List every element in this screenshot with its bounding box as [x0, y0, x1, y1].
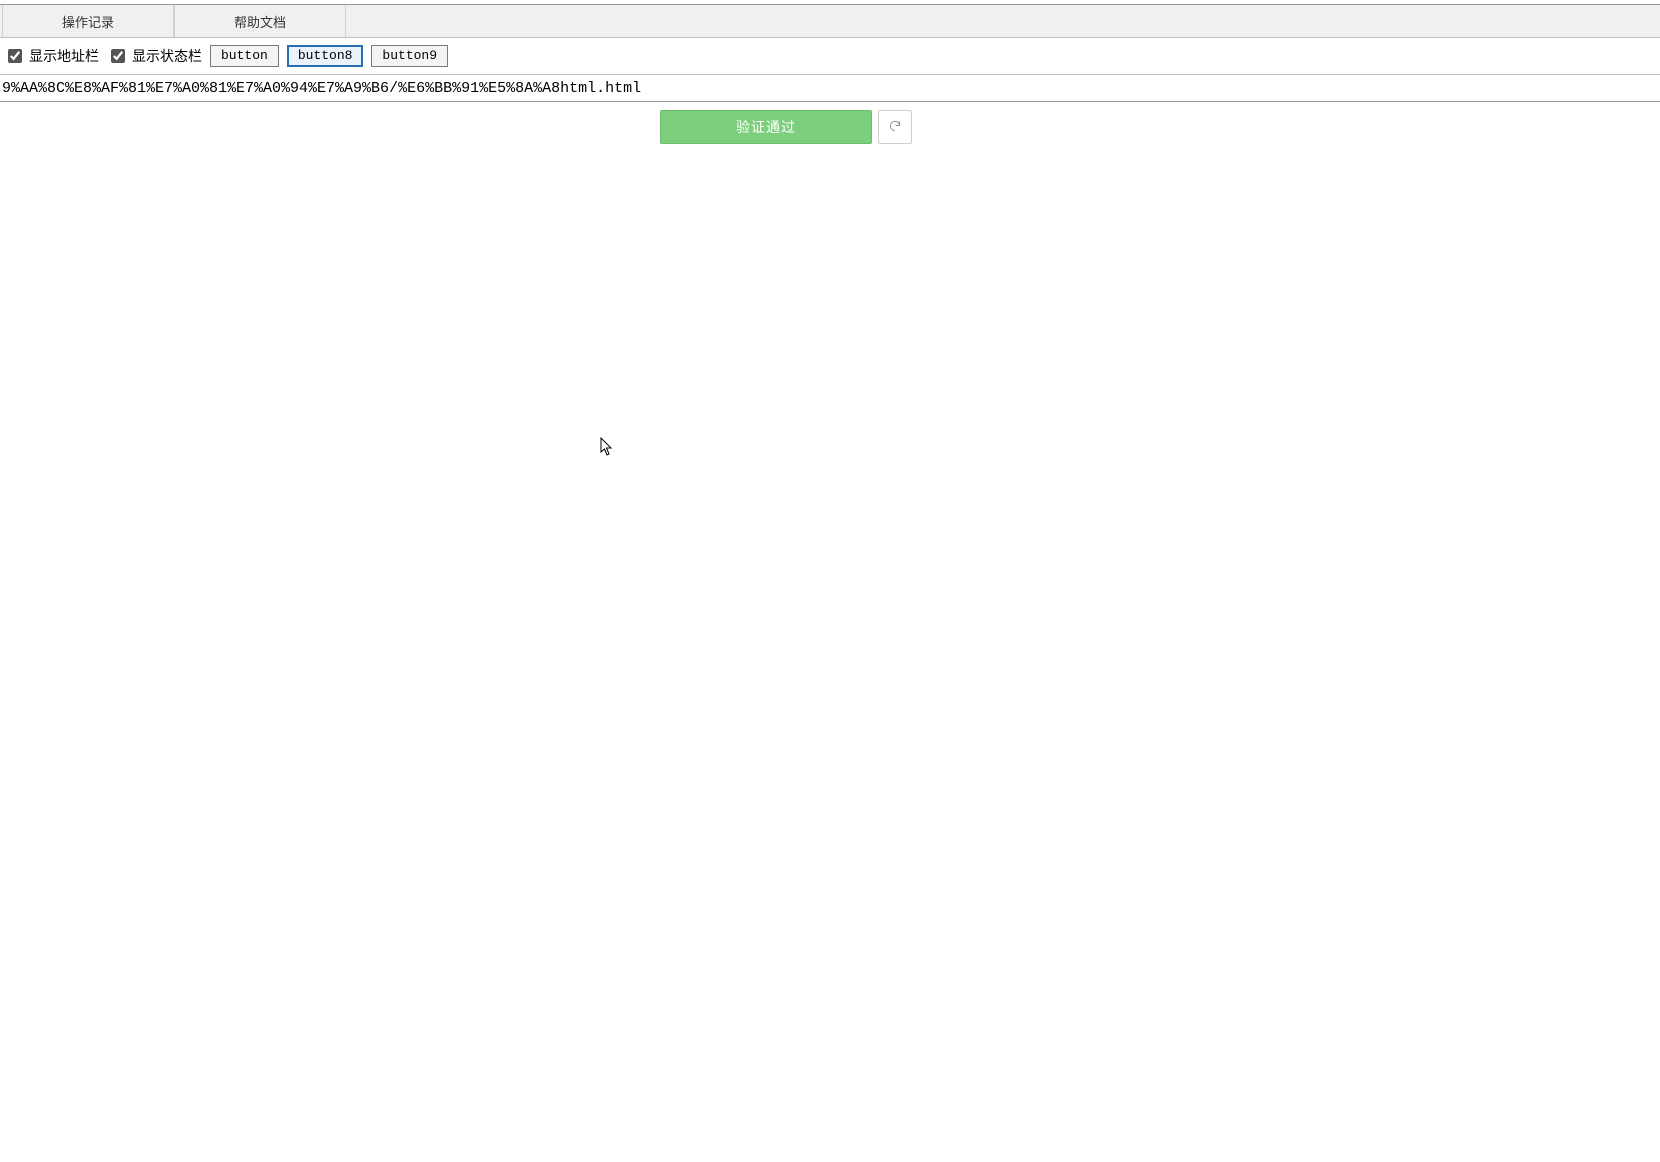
slider-verify-widget: 验证通过 — [660, 110, 912, 144]
show-status-checkbox[interactable] — [111, 49, 125, 63]
button-generic[interactable]: button — [210, 45, 279, 67]
verify-success-pill[interactable]: 验证通过 — [660, 110, 872, 144]
refresh-button[interactable] — [878, 110, 912, 144]
tab-label: 操作记录 — [62, 12, 114, 31]
address-bar — [0, 75, 1660, 102]
verify-success-label: 验证通过 — [736, 117, 796, 137]
refresh-icon — [888, 119, 902, 136]
toolbar: 显示地址栏 显示状态栏 button button8 button9 — [0, 38, 1660, 75]
show-address-checkbox-wrap[interactable]: 显示地址栏 — [4, 46, 99, 66]
show-address-checkbox[interactable] — [8, 49, 22, 63]
show-status-label: 显示状态栏 — [132, 46, 202, 66]
tab-strip: 操作记录 帮助文档 — [0, 5, 1660, 38]
show-address-label: 显示地址栏 — [29, 46, 99, 66]
button8[interactable]: button8 — [287, 45, 364, 67]
mouse-cursor-icon — [600, 437, 614, 457]
address-input[interactable] — [0, 78, 1660, 99]
show-status-checkbox-wrap[interactable]: 显示状态栏 — [107, 46, 202, 66]
tab-operation-log[interactable]: 操作记录 — [2, 5, 174, 37]
button9[interactable]: button9 — [371, 45, 448, 67]
content-area: 验证通过 — [0, 102, 1660, 1162]
tab-help-doc[interactable]: 帮助文档 — [174, 5, 346, 37]
tab-label: 帮助文档 — [234, 12, 286, 31]
